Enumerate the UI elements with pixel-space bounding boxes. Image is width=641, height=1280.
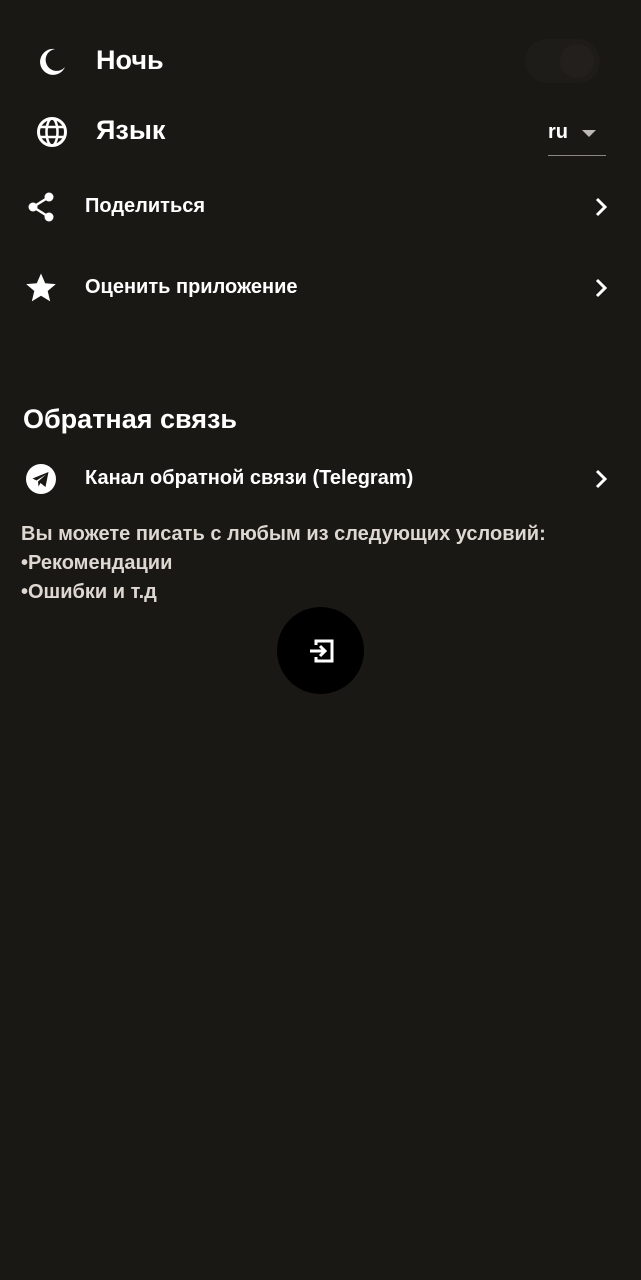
language-label: Язык [96, 115, 166, 145]
toggle-knob [560, 44, 594, 78]
feedback-note-item: •Ошибки и т.д [21, 581, 157, 603]
feedback-note-line: Вы можете писать с любым из следующих ус… [21, 523, 546, 545]
share-icon [25, 191, 57, 223]
share-label: Поделиться [85, 195, 206, 217]
telegram-channel-label: Канал обратной связи (Telegram) [85, 467, 414, 489]
chevron-down-icon [582, 130, 596, 137]
telegram-icon [25, 463, 57, 495]
moon-icon [36, 46, 68, 78]
night-mode-label: Ночь [96, 45, 164, 75]
feedback-section-title: Обратная связь [23, 404, 238, 434]
logout-button[interactable] [277, 607, 364, 694]
language-dropdown[interactable]: ru [548, 115, 606, 156]
language-selected-value: ru [548, 121, 568, 143]
rate-app-label: Оценить приложение [85, 276, 298, 298]
chevron-right-icon [591, 468, 611, 490]
globe-icon [36, 116, 68, 148]
chevron-right-icon [591, 196, 611, 218]
feedback-note-item: •Рекомендации [21, 552, 173, 574]
logout-icon [306, 636, 336, 666]
star-icon [24, 272, 58, 304]
chevron-right-icon [591, 277, 611, 299]
night-mode-toggle[interactable] [525, 39, 600, 83]
